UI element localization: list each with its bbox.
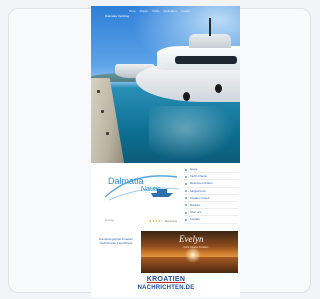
ad-photo-title: Evelyn: [179, 234, 204, 244]
menu-item[interactable]: Yachts: [152, 10, 159, 13]
rating-caption: Bewertung: [165, 220, 177, 223]
ad-label: Anzeige: [105, 219, 115, 222]
kroatien-nachrichten-banner[interactable]: KROATIEN NACHRICHTEN.DE: [113, 276, 219, 296]
bollard-icon: [101, 110, 104, 113]
fender-icon: [183, 92, 190, 101]
ad-banner-photo[interactable]: Evelyn Yacht Charter Kroatien: [141, 231, 238, 273]
yacht-window: [175, 56, 237, 64]
top-menu: Home Charter Yachts Destinations Contact: [129, 10, 234, 13]
bollard-icon: [106, 132, 109, 135]
banner-line-1: KROATIEN: [146, 276, 186, 283]
nav-item[interactable]: Marinas: [184, 202, 238, 210]
star-rating-icon: ★★★★☆: [149, 219, 164, 223]
logo-text-primary: Dalmatia: [108, 176, 144, 186]
logo-text-secondary: Nautic: [141, 186, 161, 193]
yacht-mast: [209, 18, 211, 36]
sun-icon: [185, 247, 201, 263]
bollard-icon: [97, 90, 100, 93]
nav-item[interactable]: Home: [184, 166, 238, 174]
nav-item[interactable]: Kroatien Urlaub: [184, 195, 238, 202]
nav-item[interactable]: Skippertörns: [184, 188, 238, 195]
site-title[interactable]: Dalmatia Yachting: [105, 14, 129, 18]
hero-photo: Dalmatia Yachting Home Charter Yachts De…: [91, 6, 240, 163]
menu-item[interactable]: Home: [129, 10, 136, 13]
side-navigation: Home Yacht-Charter Motorboot Charter Ski…: [184, 166, 238, 224]
menu-item[interactable]: Destinations: [163, 10, 177, 13]
menu-item[interactable]: Contact: [181, 10, 190, 13]
advertisement-section: Sonderangebote Kroatien Yachtcharter Las…: [91, 229, 240, 297]
fender-icon: [215, 84, 222, 93]
logo-section: Dalmatia Nautic Home Yacht-Charter Motor…: [91, 163, 240, 229]
yacht-flybridge: [189, 34, 231, 48]
menu-item[interactable]: Charter: [140, 10, 148, 13]
ad-text-link[interactable]: Sonderangebote Kroatien Yachtcharter Las…: [95, 237, 137, 245]
water-reflection: [149, 106, 239, 163]
nav-item[interactable]: Motorboot Charter: [184, 180, 238, 188]
banner-line-2: NACHRICHTEN.DE: [137, 285, 195, 291]
site-logo[interactable]: Dalmatia Nautic: [103, 167, 181, 205]
webpage-preview[interactable]: Dalmatia Yachting Home Charter Yachts De…: [91, 6, 240, 297]
nav-item[interactable]: Kontakt: [184, 216, 238, 224]
nav-item[interactable]: Über uns: [184, 209, 238, 217]
nav-item[interactable]: Yacht-Charter: [184, 173, 238, 181]
ad-photo-subtitle: Yacht Charter Kroatien: [183, 246, 209, 249]
